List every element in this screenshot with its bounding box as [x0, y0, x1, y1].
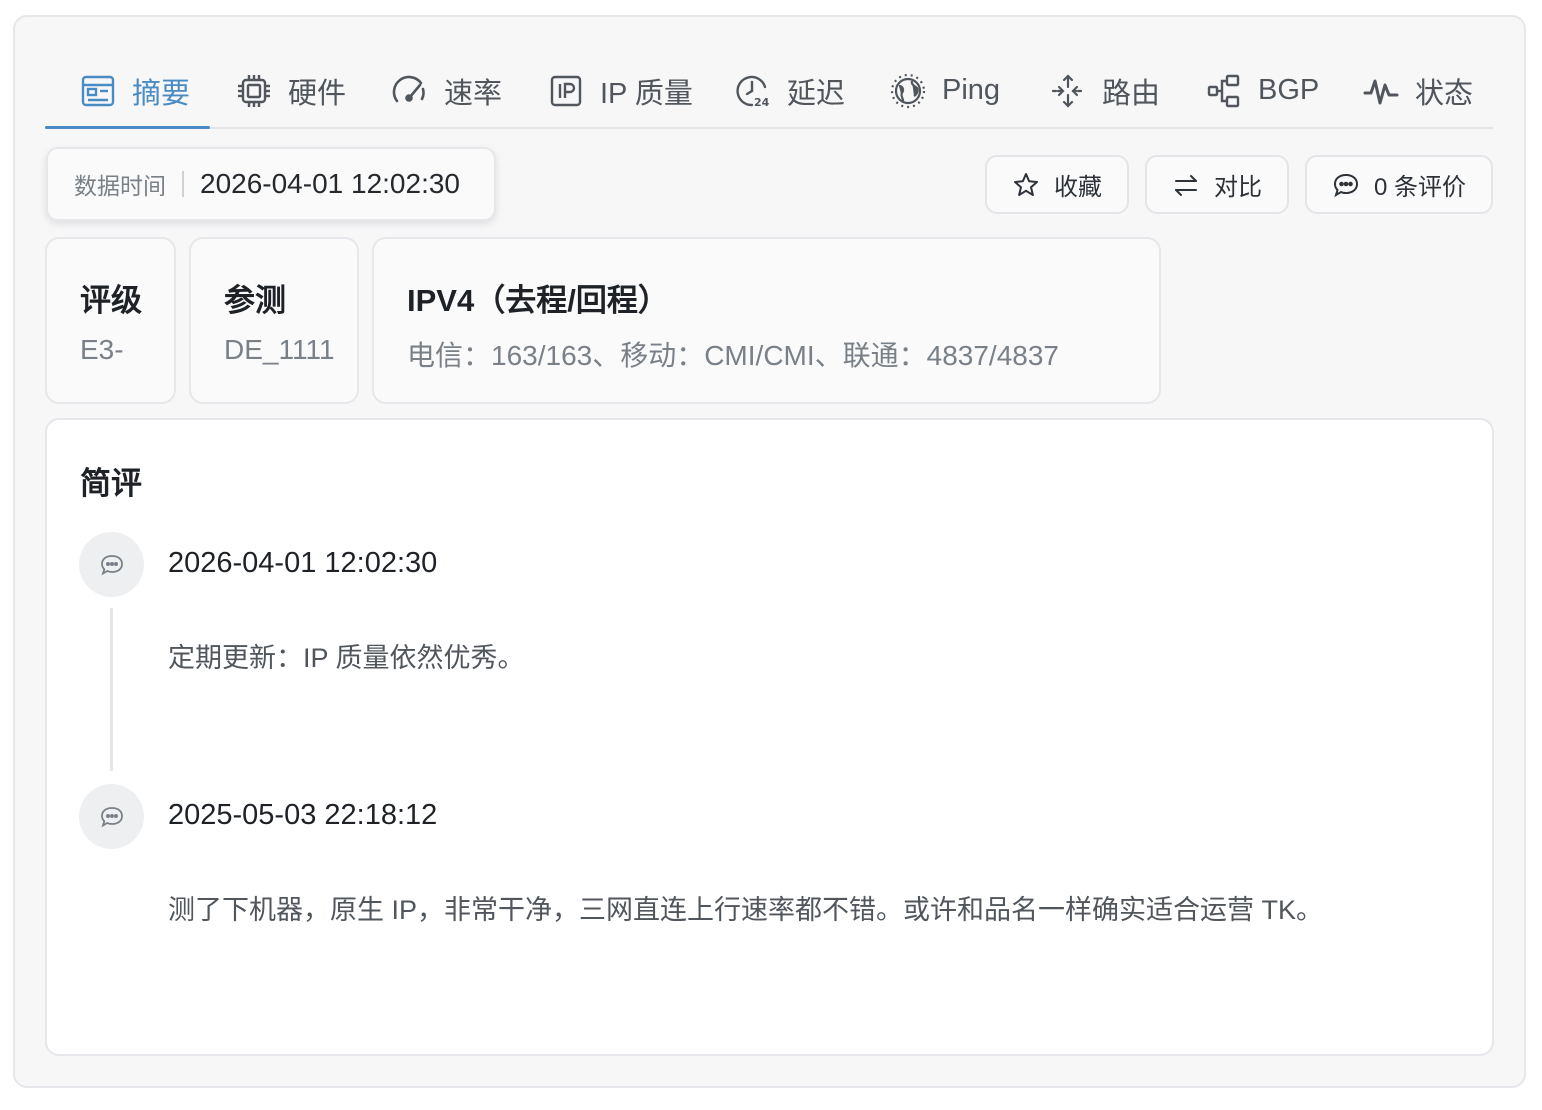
probe-card: 参测 DE_1111	[189, 237, 359, 404]
divider	[182, 171, 184, 197]
timeline-dot	[79, 532, 144, 597]
ipv4-title: IPV4（去程/回程）	[407, 283, 669, 318]
star-icon	[1012, 171, 1040, 199]
rating-value: E3-	[80, 334, 124, 365]
tab-bgp[interactable]: BGP	[1206, 54, 1319, 127]
tab-label: 摘要	[132, 77, 191, 110]
svg-text:24: 24	[754, 96, 770, 109]
data-time-label: 数据时间	[74, 173, 166, 199]
review-text: 定期更新：IP 质量依然优秀。	[168, 643, 525, 673]
tab-label: BGP	[1258, 74, 1320, 106]
clock-24-icon: 24	[735, 73, 771, 109]
data-time-pill: 数据时间 2026-04-01 12:02:30	[46, 147, 496, 221]
tab-hardware[interactable]: 硬件	[236, 54, 346, 127]
chip-icon	[236, 73, 272, 109]
review-text: 测了下机器，原生 IP，非常干净，三网直连上行速率都不错。或许和品名一样确实适合…	[168, 895, 1324, 925]
comment-icon	[100, 806, 123, 827]
comment-icon	[100, 554, 123, 575]
tab-bar: 摘要 硬件 速率 IP 质量 24 延迟 Ping 路由 BGP 状态	[45, 54, 1493, 129]
reviews-button[interactable]: 0 条评价	[1305, 155, 1493, 214]
data-time-value: 2026-04-01 12:02:30	[200, 168, 460, 199]
rating-card: 评级 E3-	[45, 237, 176, 404]
review-panel: 简评 2026-04-01 12:02:30 定期更新：IP 质量依然优秀。 2…	[45, 418, 1494, 1056]
tab-label: 延迟	[787, 77, 846, 110]
favorite-button[interactable]: 收藏	[985, 155, 1129, 214]
bgp-nodes-icon	[1206, 73, 1242, 109]
swap-arrows-icon	[1172, 171, 1200, 199]
route-arrows-icon	[1050, 73, 1086, 109]
reviews-label: 0 条评价	[1373, 174, 1466, 201]
tab-label: Ping	[942, 74, 1001, 106]
tab-label: 速率	[444, 77, 503, 110]
ip-icon	[548, 73, 584, 109]
compare-label: 对比	[1214, 174, 1262, 201]
comment-icon	[1332, 171, 1360, 199]
globe-icon	[890, 73, 926, 109]
tab-label: 路由	[1102, 77, 1161, 110]
summary-icon	[80, 73, 116, 109]
favorite-label: 收藏	[1054, 174, 1102, 201]
tab-status[interactable]: 状态	[1363, 54, 1473, 127]
review-time: 2025-05-03 22:18:12	[168, 799, 438, 831]
tab-label: 状态	[1415, 77, 1474, 110]
timeline-line	[110, 608, 113, 771]
tab-speed[interactable]: 速率	[392, 54, 502, 127]
tab-route[interactable]: 路由	[1050, 54, 1160, 127]
timeline-dot	[79, 784, 144, 849]
tab-ip-quality[interactable]: IP 质量	[548, 54, 693, 127]
probe-value: DE_1111	[224, 334, 335, 365]
review-time: 2026-04-01 12:02:30	[168, 547, 438, 579]
tab-label: 硬件	[288, 77, 347, 110]
tab-summary[interactable]: 摘要	[45, 54, 210, 129]
rating-title: 评级	[80, 283, 142, 318]
speedometer-icon	[392, 73, 428, 109]
ipv4-card: IPV4（去程/回程） 电信：163/163、移动：CMI/CMI、联通：483…	[372, 237, 1161, 404]
ipv4-value: 电信：163/163、移动：CMI/CMI、联通：4837/4837	[407, 340, 1059, 371]
tab-ping[interactable]: Ping	[890, 54, 1000, 127]
compare-button[interactable]: 对比	[1145, 155, 1289, 214]
review-title: 简评	[80, 466, 142, 501]
probe-title: 参测	[224, 283, 286, 318]
pulse-icon	[1363, 73, 1399, 109]
tab-label: IP 质量	[600, 77, 693, 110]
tab-latency[interactable]: 24 延迟	[735, 54, 845, 127]
